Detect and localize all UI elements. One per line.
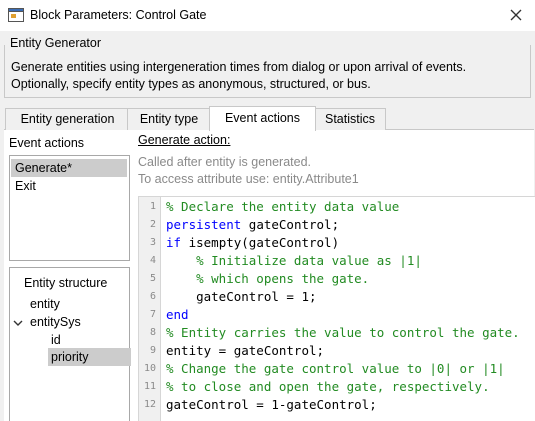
- block-description: Generate entities using intergeneration …: [11, 59, 526, 93]
- line-number: 10: [143, 363, 156, 374]
- code-text: % which opens the gate.: [166, 270, 369, 288]
- tab-entity-type[interactable]: Entity type: [127, 108, 211, 130]
- attribute-hint: To access attribute use: entity.Attribut…: [138, 172, 359, 186]
- event-action-exit[interactable]: Exit: [11, 177, 127, 195]
- code-line[interactable]: 1 % Declare the entity data value: [139, 198, 535, 216]
- line-number: 2: [149, 219, 156, 230]
- line-number: 12: [143, 399, 156, 410]
- code-comment: % Change the gate control value to |0| o…: [166, 361, 505, 376]
- line-number: 8: [149, 327, 156, 338]
- tab-event-actions[interactable]: Event actions: [209, 106, 316, 131]
- code-text: % Initialize data value as |1|: [166, 252, 422, 270]
- group-title: Entity Generator: [10, 36, 102, 50]
- line-number: 3: [149, 237, 156, 248]
- code-text: persistent gateControl;: [166, 216, 339, 234]
- code-line[interactable]: 2 persistent gateControl;: [139, 216, 535, 234]
- tab-entity-generation[interactable]: Entity generation: [5, 108, 130, 130]
- code-line[interactable]: 4 % Initialize data value as |1|: [139, 252, 535, 270]
- tree-item-entity[interactable]: entity: [30, 295, 60, 313]
- code-editor[interactable]: 1 % Declare the entity data value 2 persist…: [138, 196, 535, 421]
- event-actions-label: Event actions: [9, 136, 85, 150]
- code-line[interactable]: 5 % which opens the gate.: [139, 270, 535, 288]
- generate-hint: Called after entity is generated.: [138, 155, 312, 169]
- line-number: 6: [149, 291, 156, 302]
- event-action-generate[interactable]: Generate*: [11, 159, 127, 177]
- code-text: % Entity carries the value to control th…: [166, 324, 520, 342]
- code-comment: % to close and open the gate, respective…: [166, 379, 490, 394]
- simulink-block-icon: [8, 8, 24, 22]
- description-line: Optionally, specify entity types as anon…: [11, 77, 371, 91]
- code-line[interactable]: 12 gateControl = 1-gateControl;: [139, 396, 535, 414]
- code-comment: % Declare the entity data value: [166, 199, 400, 214]
- title-bar: Block Parameters: Control Gate: [0, 0, 535, 31]
- line-number: 5: [149, 273, 156, 284]
- code-text: % Declare the entity data value: [166, 198, 399, 216]
- description-line: Generate entities using intergeneration …: [11, 60, 467, 74]
- line-number: 9: [149, 345, 156, 356]
- tree-item-entitysys[interactable]: entitySys: [30, 313, 81, 331]
- code-token: entity = gateControl;: [166, 343, 325, 358]
- code-line[interactable]: 9 entity = gateControl;: [139, 342, 535, 360]
- code-text: entity = gateControl;: [166, 342, 324, 360]
- window-title: Block Parameters: Control Gate: [30, 8, 207, 22]
- chevron-down-icon[interactable]: [12, 317, 24, 329]
- event-actions-list[interactable]: Generate* Exit: [9, 155, 130, 261]
- code-line[interactable]: 7 end: [139, 306, 535, 324]
- code-text: % to close and open the gate, respective…: [166, 378, 490, 396]
- line-number: 1: [149, 201, 156, 212]
- code-keyword: if: [166, 235, 182, 250]
- tree-item-id[interactable]: id: [51, 331, 61, 349]
- code-token: gateControl;: [241, 217, 340, 232]
- code-line[interactable]: 10 % Change the gate control value to |0|…: [139, 360, 535, 378]
- line-number: 4: [149, 255, 156, 266]
- code-token: gateControl = 1-gateControl;: [166, 397, 377, 412]
- code-token: gateControl = 1;: [166, 289, 317, 304]
- code-text: gateControl = 1;: [166, 288, 317, 306]
- entity-structure-panel: [9, 267, 130, 421]
- code-comment: % Entity carries the value to control th…: [166, 325, 520, 340]
- code-line[interactable]: 6 gateControl = 1;: [139, 288, 535, 306]
- code-line[interactable]: 8 % Entity carries the value to control t…: [139, 324, 535, 342]
- tree-item-priority[interactable]: priority: [48, 348, 131, 366]
- code-text: gateControl = 1-gateControl;: [166, 396, 377, 414]
- code-comment: % Initialize data value as |1|: [166, 253, 422, 268]
- code-text: % Change the gate control value to |0| o…: [166, 360, 505, 378]
- generate-action-label: Generate action:: [138, 133, 231, 147]
- code-token: isempty(gateControl): [181, 235, 340, 250]
- line-number: 7: [149, 309, 156, 320]
- code-line[interactable]: 3 if isempty(gateControl): [139, 234, 535, 252]
- code-keyword: end: [166, 307, 189, 322]
- entity-structure-title: Entity structure: [24, 276, 108, 290]
- code-text: end: [166, 306, 189, 324]
- code-comment: % which opens the gate.: [166, 271, 370, 286]
- close-icon[interactable]: [507, 6, 525, 24]
- code-keyword: persistent: [166, 217, 242, 232]
- line-number: 11: [143, 381, 156, 392]
- code-text: if isempty(gateControl): [166, 234, 339, 252]
- tab-statistics[interactable]: Statistics: [314, 108, 386, 130]
- code-line[interactable]: 11 % to close and open the gate, respecti…: [139, 378, 535, 396]
